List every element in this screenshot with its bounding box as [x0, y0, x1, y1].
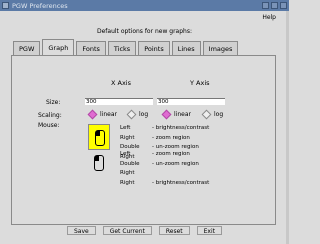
title-bar[interactable]: PGW Preferences: [0, 0, 289, 11]
mouse-left-btn-icon: [95, 156, 99, 161]
mouse-icon: [94, 155, 104, 171]
window-icon[interactable]: [2, 2, 9, 9]
window-title: PGW Preferences: [12, 1, 68, 10]
mapping-row: Left - zoom region: [120, 150, 209, 160]
dialog-buttons: Save Get Current Reset Exit: [0, 226, 289, 235]
reset-button[interactable]: Reset: [158, 226, 190, 235]
tab-points[interactable]: Points: [138, 41, 170, 55]
x-linear-label: linear: [100, 111, 117, 118]
tab-fonts[interactable]: Fonts: [76, 41, 106, 55]
mapping-row: Double Right - un-zoom region: [120, 160, 209, 179]
tab-lines[interactable]: Lines: [171, 41, 201, 55]
minimize-icon[interactable]: [262, 2, 269, 9]
tab-pgw[interactable]: PGW: [13, 41, 41, 55]
mapping-button: Right: [120, 134, 135, 141]
window-edge: [286, 11, 289, 244]
close-icon[interactable]: [280, 2, 287, 9]
mapping-action: brightness/contrast: [155, 125, 210, 131]
size-label: Size:: [46, 99, 61, 106]
mouse-label: Mouse:: [38, 122, 60, 129]
save-button[interactable]: Save: [66, 226, 96, 235]
radio-selected-icon[interactable]: [161, 109, 172, 120]
mouse-left-btn-icon: [96, 131, 100, 136]
mapping-row: Right - zoom region: [120, 134, 209, 144]
mapping-button: Left: [120, 151, 131, 157]
y-axis-header: Y Axis: [190, 79, 210, 87]
mapping-button: Double Right: [120, 160, 140, 177]
y-log-label: log: [214, 111, 224, 118]
mapping-action: zoom region: [155, 134, 190, 141]
y-scaling-linear[interactable]: linear: [161, 109, 191, 120]
help-menu[interactable]: Help: [262, 14, 276, 21]
tab-graph[interactable]: Graph: [42, 39, 75, 55]
radio-selected-icon[interactable]: [87, 109, 98, 120]
get-current-button[interactable]: Get Current: [102, 226, 152, 235]
mapping-action: zoom region: [155, 151, 190, 157]
window-controls: [262, 2, 287, 9]
scaling-label: Scaling:: [38, 112, 62, 119]
x-scaling-log[interactable]: log: [126, 109, 149, 120]
page-title: Default options for new graphs:: [96, 28, 192, 35]
radio-unselected-icon[interactable]: [201, 109, 212, 120]
mouse-mode-1-button[interactable]: [88, 124, 110, 150]
tab-bar: PGW Graph Fonts Ticks Points Lines Image…: [13, 39, 240, 55]
mapping-button: Left: [120, 125, 131, 131]
x-axis-header: X Axis: [111, 79, 132, 87]
x-scaling-linear[interactable]: linear: [87, 109, 117, 120]
mapping-row: Left - brightness/contrast: [120, 124, 209, 134]
mapping-row: Right - brightness/contrast: [120, 179, 209, 189]
mouse-mode-2-mapping: Left - zoom region Double Right - un-zoo…: [120, 150, 209, 188]
maximize-icon[interactable]: [271, 2, 278, 9]
x-log-label: log: [139, 111, 149, 118]
mapping-action: brightness/contrast: [155, 179, 210, 186]
y-size-input[interactable]: 300: [157, 98, 225, 105]
x-size-input[interactable]: 300: [85, 98, 153, 105]
tab-images[interactable]: Images: [202, 41, 239, 55]
radio-unselected-icon[interactable]: [126, 109, 137, 120]
tab-ticks[interactable]: Ticks: [107, 41, 137, 55]
mapping-action: un-zoom region: [155, 160, 199, 167]
mouse-mode-2-button[interactable]: [88, 150, 110, 176]
y-scaling-log[interactable]: log: [201, 109, 224, 120]
mouse-icon: [95, 130, 105, 146]
mapping-button: Right: [120, 179, 135, 186]
y-linear-label: linear: [174, 111, 191, 118]
exit-button[interactable]: Exit: [196, 226, 222, 235]
